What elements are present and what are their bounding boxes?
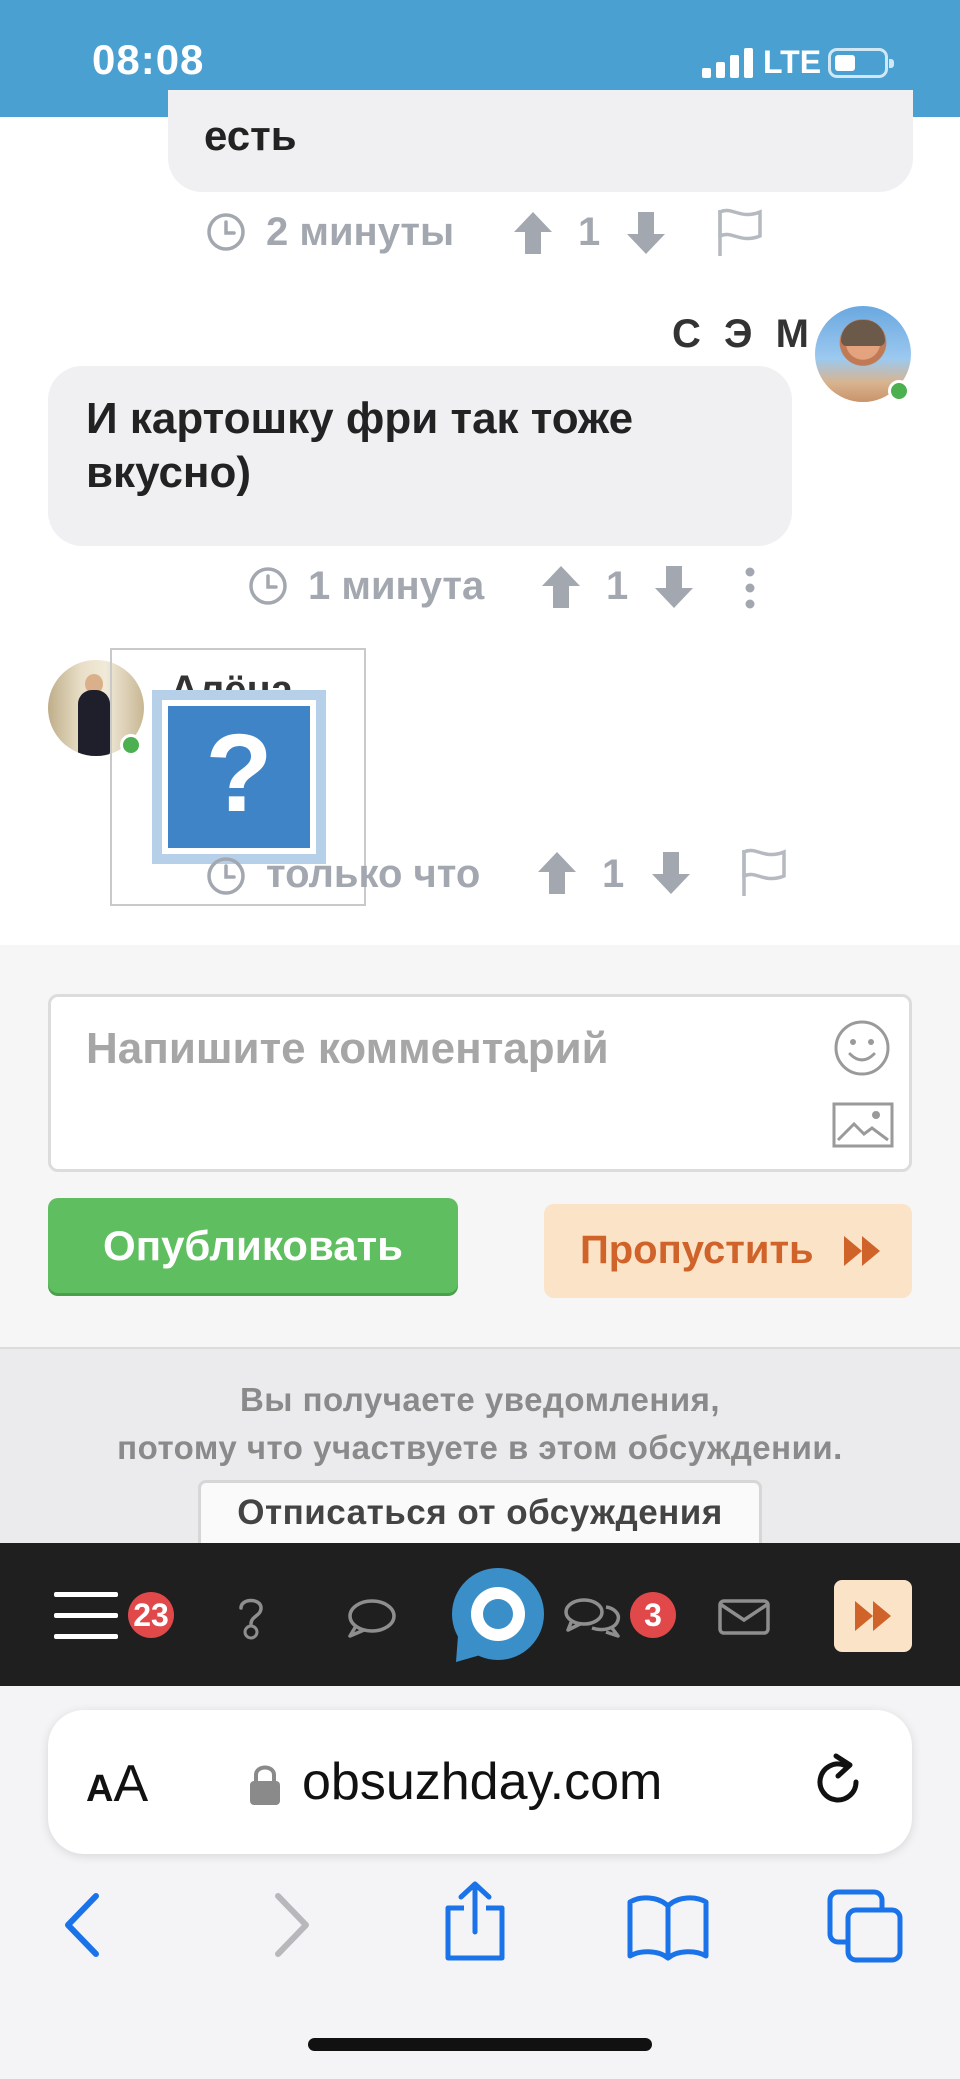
menu-icon[interactable] bbox=[54, 1592, 118, 1640]
text-size-button[interactable]: AA bbox=[86, 1754, 148, 1814]
signal-icon bbox=[702, 48, 754, 78]
reload-icon[interactable] bbox=[808, 1752, 868, 1812]
upvote-icon[interactable] bbox=[536, 850, 578, 896]
clock-icon bbox=[207, 213, 245, 251]
downvote-icon[interactable] bbox=[653, 564, 695, 610]
comment-input-placeholder: Напишите комментарий bbox=[86, 1024, 609, 1073]
downvote-icon[interactable] bbox=[625, 210, 667, 256]
publish-button[interactable]: Опубликовать bbox=[48, 1198, 458, 1293]
vote-count: 1 bbox=[578, 210, 601, 254]
online-indicator bbox=[888, 380, 910, 402]
comment-time: 2 минуты bbox=[266, 210, 455, 254]
emoji-icon[interactable] bbox=[832, 1018, 892, 1078]
flag-icon[interactable] bbox=[714, 206, 766, 258]
more-icon[interactable] bbox=[740, 566, 760, 610]
fast-forward-icon bbox=[855, 1601, 891, 1631]
tabs-icon[interactable] bbox=[826, 1888, 906, 1964]
bookmarks-icon[interactable] bbox=[626, 1892, 710, 1962]
battery-icon bbox=[828, 48, 894, 78]
vote-count: 1 bbox=[606, 564, 629, 608]
image-upload-icon[interactable] bbox=[832, 1102, 894, 1148]
broken-image-icon: ? bbox=[152, 690, 326, 864]
upvote-icon[interactable] bbox=[540, 564, 582, 610]
fast-forward-icon bbox=[844, 1236, 880, 1266]
clock-icon bbox=[249, 567, 287, 605]
chats-badge: 3 bbox=[630, 1592, 676, 1638]
skip-nav-button[interactable] bbox=[834, 1580, 912, 1652]
chats-icon[interactable] bbox=[560, 1590, 624, 1644]
comment-text: есть bbox=[204, 112, 297, 159]
url-text[interactable]: obsuzhday.com bbox=[302, 1752, 662, 1812]
status-time: 08:08 bbox=[92, 36, 205, 83]
upvote-icon[interactable] bbox=[512, 210, 554, 256]
vote-count: 1 bbox=[602, 852, 625, 896]
mail-icon[interactable] bbox=[716, 1590, 772, 1644]
flag-icon[interactable] bbox=[738, 846, 790, 898]
menu-badge: 23 bbox=[128, 1592, 174, 1638]
skip-button-label: Пропустить bbox=[580, 1228, 814, 1272]
comment-input[interactable] bbox=[48, 994, 912, 1172]
clock-icon bbox=[207, 857, 245, 895]
comment-time: 1 минута bbox=[308, 564, 485, 608]
downvote-icon[interactable] bbox=[650, 850, 692, 896]
home-indicator bbox=[308, 2038, 652, 2051]
notification-text: Вы получаете уведомления, потому что уча… bbox=[117, 1381, 843, 1466]
back-icon[interactable] bbox=[52, 1890, 122, 1960]
question-icon[interactable] bbox=[224, 1590, 278, 1644]
comment-icon[interactable] bbox=[344, 1590, 398, 1644]
forward-icon[interactable] bbox=[254, 1890, 324, 1960]
lock-icon bbox=[250, 1765, 280, 1805]
comment-author[interactable]: С Э М bbox=[672, 312, 815, 357]
site-logo[interactable] bbox=[448, 1566, 548, 1666]
comment-text: И картошку фри так тоже вкусно) bbox=[86, 394, 634, 497]
unsubscribe-button[interactable]: Отписаться от обсуждения bbox=[198, 1480, 762, 1550]
comment-time: только что bbox=[266, 852, 481, 896]
share-icon[interactable] bbox=[440, 1880, 510, 1962]
network-type: LTE bbox=[763, 44, 822, 80]
